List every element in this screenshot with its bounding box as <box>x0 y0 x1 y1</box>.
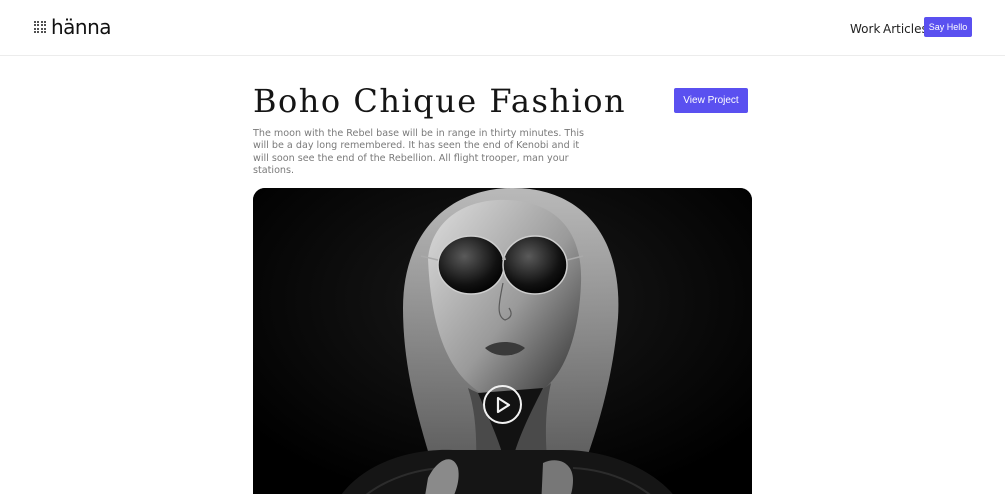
logo[interactable]: hänna <box>34 15 112 39</box>
site-header: hänna Work Articles Say Hello <box>0 0 1005 56</box>
video-player[interactable] <box>253 188 752 494</box>
play-icon <box>496 396 510 413</box>
nav-link-work[interactable]: Work <box>850 22 880 36</box>
portrait-image <box>253 188 752 494</box>
view-project-button[interactable]: View Project <box>674 88 748 113</box>
dot-grid-icon <box>34 21 46 33</box>
play-button[interactable] <box>483 385 522 424</box>
say-hello-button[interactable]: Say Hello <box>924 17 972 37</box>
project-description: The moon with the Rebel base will be in … <box>253 128 585 177</box>
logo-text: hänna <box>51 15 112 39</box>
project-title: Boho Chique Fashion <box>253 82 627 120</box>
nav-link-articles[interactable]: Articles <box>883 22 928 36</box>
